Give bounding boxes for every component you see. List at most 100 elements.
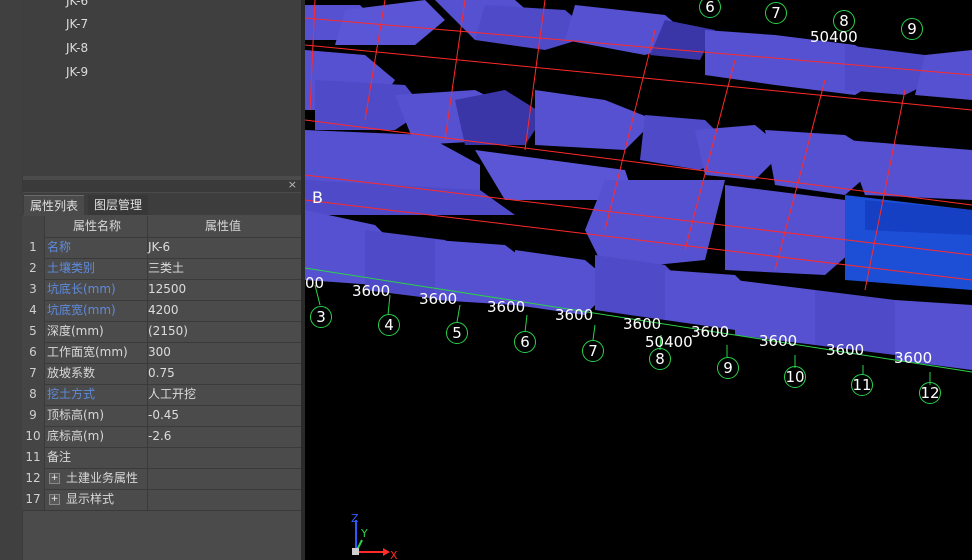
- property-group-label: 显示样式: [66, 492, 115, 506]
- row-number: 6: [22, 342, 45, 363]
- side-strip: [0, 0, 23, 560]
- tree-item-jk8[interactable]: JK-8: [66, 41, 88, 55]
- tree-item-jk9[interactable]: JK-9: [66, 65, 88, 79]
- expand-icon[interactable]: +: [49, 473, 60, 484]
- axis-circle: 11: [851, 374, 873, 396]
- tree-item-jk7[interactable]: JK-7: [66, 17, 88, 31]
- tab-property-list[interactable]: 属性列表: [24, 195, 85, 216]
- component-tree: JK-6 JK-7 JK-8 JK-9: [22, 0, 302, 176]
- left-panel: JK-6 JK-7 JK-8 JK-9 × 属性列表 图层管理 属性名称 属性值…: [0, 0, 305, 560]
- row-number: 8: [22, 384, 45, 405]
- table-row[interactable]: 1 名称 JK-6: [22, 237, 301, 259]
- axis-circle: 4: [378, 314, 400, 336]
- table-header: 属性名称 属性值: [22, 216, 301, 238]
- dimension-label: 3600: [487, 298, 526, 316]
- property-value[interactable]: 三类土: [148, 258, 298, 279]
- property-name: 土壤类别: [45, 258, 148, 279]
- property-name: 底标高(m): [45, 426, 148, 447]
- row-number: 4: [22, 300, 45, 321]
- property-value[interactable]: 300: [148, 342, 298, 363]
- property-value[interactable]: [148, 447, 298, 468]
- property-name: 顶标高(m): [45, 405, 148, 426]
- row-number: 11: [22, 447, 45, 468]
- row-number: 9: [22, 405, 45, 426]
- tree-item-jk6[interactable]: JK-6: [66, 0, 88, 8]
- top-dimension: 50400: [810, 28, 858, 46]
- row-number: 1: [22, 237, 45, 258]
- panel-titlebar: ×: [22, 178, 301, 192]
- dimension-label: 3600: [894, 349, 933, 367]
- property-name: 备注: [45, 447, 148, 468]
- header-name: 属性名称: [45, 216, 148, 237]
- table-row[interactable]: 9 顶标高(m) -0.45: [22, 405, 301, 427]
- table-row[interactable]: 5 深度(mm) (2150): [22, 321, 301, 343]
- property-name: 工作面宽(mm): [45, 342, 148, 363]
- row-number: 12: [22, 468, 45, 489]
- axis-circle: 7: [582, 340, 604, 362]
- pit-row-top: [305, 0, 972, 100]
- property-name: 坑底长(mm): [45, 279, 148, 300]
- triad-z-label: Z: [351, 512, 359, 525]
- property-name: 坑底宽(mm): [45, 300, 148, 321]
- property-value[interactable]: [148, 468, 298, 489]
- row-number: 3: [22, 279, 45, 300]
- axis-circle: 10: [784, 366, 806, 388]
- dimension-label: 3600: [419, 290, 458, 308]
- property-value[interactable]: (2150): [148, 321, 298, 342]
- axis-circle: 3: [310, 306, 332, 328]
- 3d-viewport[interactable]: 6 7 8 9 50400 B 00 3600 3600 3600 3600 3…: [305, 0, 972, 560]
- axis-circle: 6: [514, 331, 536, 353]
- bottom-total-dimension: 50400: [645, 333, 693, 351]
- row-number: 5: [22, 321, 45, 342]
- row-number: 2: [22, 258, 45, 279]
- dimension-label: 3600: [352, 282, 391, 300]
- panel-tabs: 属性列表 图层管理: [22, 193, 301, 216]
- table-row[interactable]: 3 坑底长(mm) 12500: [22, 279, 301, 301]
- table-row[interactable]: 2 土壤类别 三类土: [22, 258, 301, 280]
- viewport-scene: [305, 0, 972, 385]
- property-name: 放坡系数: [45, 363, 148, 384]
- property-value[interactable]: 12500: [148, 279, 298, 300]
- table-row[interactable]: 17 + 显示样式: [22, 489, 301, 511]
- axis-triad-icon: Z Y X: [351, 512, 398, 560]
- property-value[interactable]: JK-6: [148, 237, 298, 258]
- row-number: 7: [22, 363, 45, 384]
- property-name: + 土建业务属性: [45, 468, 148, 489]
- property-value[interactable]: 0.75: [148, 363, 298, 384]
- property-group-label: 土建业务属性: [66, 471, 139, 485]
- axis-circle: 5: [446, 322, 468, 344]
- table-row[interactable]: 4 坑底宽(mm) 4200: [22, 300, 301, 322]
- header-value: 属性值: [204, 219, 241, 233]
- property-value[interactable]: 人工开挖: [148, 384, 298, 405]
- dimension-label: 3600: [691, 323, 730, 341]
- axis-circle: 12: [919, 382, 941, 404]
- dimension-label: 3600: [555, 306, 594, 324]
- dimension-label: 3600: [623, 315, 662, 333]
- expand-icon[interactable]: +: [49, 494, 60, 505]
- dimension-label: 3600: [826, 341, 865, 359]
- triad-y-label: Y: [360, 527, 368, 540]
- axis-circle-9-top: 9: [901, 18, 923, 40]
- axis-circle-7-top: 7: [765, 2, 787, 24]
- table-row[interactable]: 8 挖土方式 人工开挖: [22, 384, 301, 406]
- property-name: 挖土方式: [45, 384, 148, 405]
- row-number: 17: [22, 489, 45, 510]
- table-row[interactable]: 12 + 土建业务属性: [22, 468, 301, 490]
- tab-layer-management[interactable]: 图层管理: [88, 195, 149, 215]
- triad-x-label: X: [390, 549, 398, 560]
- axis-circle: 9: [717, 357, 739, 379]
- axis-circle: 8: [649, 348, 671, 370]
- property-value[interactable]: -2.6: [148, 426, 298, 447]
- dimension-label: 00: [305, 274, 325, 292]
- table-row[interactable]: 7 放坡系数 0.75: [22, 363, 301, 385]
- property-name: + 显示样式: [45, 489, 148, 510]
- table-row[interactable]: 6 工作面宽(mm) 300: [22, 342, 301, 364]
- property-value[interactable]: [148, 489, 298, 510]
- table-row[interactable]: 10 底标高(m) -2.6: [22, 426, 301, 448]
- close-icon[interactable]: ×: [288, 178, 297, 191]
- property-name: 名称: [45, 237, 148, 258]
- property-value[interactable]: -0.45: [148, 405, 298, 426]
- property-value[interactable]: 4200: [148, 300, 298, 321]
- axis-letter-b: B: [312, 188, 323, 207]
- table-row[interactable]: 11 备注: [22, 447, 301, 469]
